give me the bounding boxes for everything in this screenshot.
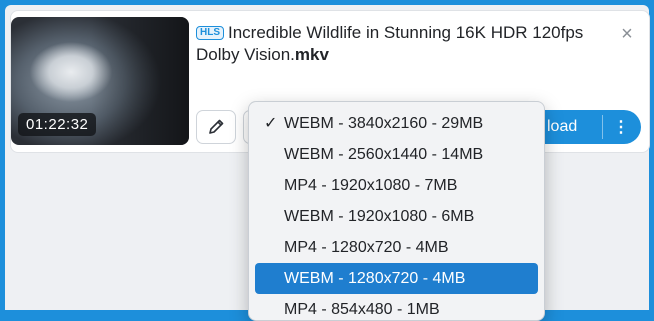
format-dropdown-menu: ✓ WEBM - 3840x2160 - 29MB WEBM - 2560x144…: [248, 101, 545, 321]
title-extension: mkv: [294, 45, 329, 64]
download-label: load: [547, 118, 578, 135]
format-option-label: WEBM - 3840x2160 - 29MB: [284, 115, 484, 132]
video-title: HLS Incredible Wildlife in Stunning 16K H…: [196, 22, 606, 66]
more-options-icon[interactable]: ⋮: [603, 117, 639, 137]
format-option-label: WEBM - 1920x1080 - 6MB: [284, 208, 475, 225]
download-button[interactable]: load ⋮: [541, 110, 641, 144]
rename-button[interactable]: [196, 110, 236, 144]
format-option-highlighted[interactable]: WEBM - 1280x720 - 4MB: [255, 263, 538, 294]
format-option[interactable]: ✓ WEBM - 3840x2160 - 29MB: [255, 108, 538, 139]
title-text: Incredible Wildlife in Stunning 16K HDR …: [196, 23, 584, 64]
format-option[interactable]: WEBM - 2560x1440 - 14MB: [255, 139, 538, 170]
format-option-label: WEBM - 1280x720 - 4MB: [284, 270, 466, 287]
format-option[interactable]: WEBM - 1920x1080 - 6MB: [255, 201, 538, 232]
pencil-icon: [209, 119, 224, 134]
checkmark-icon: ✓: [264, 115, 278, 132]
app-background: 01:22:32 HLS Incredible Wildlife in Stunn…: [5, 5, 650, 321]
hls-badge: HLS: [196, 26, 224, 40]
close-icon[interactable]: ×: [616, 23, 638, 45]
format-option[interactable]: MP4 - 1280x720 - 4MB: [255, 232, 538, 263]
format-option-label: WEBM - 2560x1440 - 14MB: [284, 146, 484, 163]
duration-badge: 01:22:32: [18, 113, 97, 136]
format-option[interactable]: MP4 - 854x480 - 1MB: [255, 294, 538, 320]
video-thumbnail[interactable]: 01:22:32: [11, 17, 189, 145]
format-option[interactable]: MP4 - 1920x1080 - 7MB: [255, 170, 538, 201]
format-option-label: MP4 - 1920x1080 - 7MB: [284, 177, 458, 194]
format-option-label: MP4 - 1280x720 - 4MB: [284, 239, 449, 256]
